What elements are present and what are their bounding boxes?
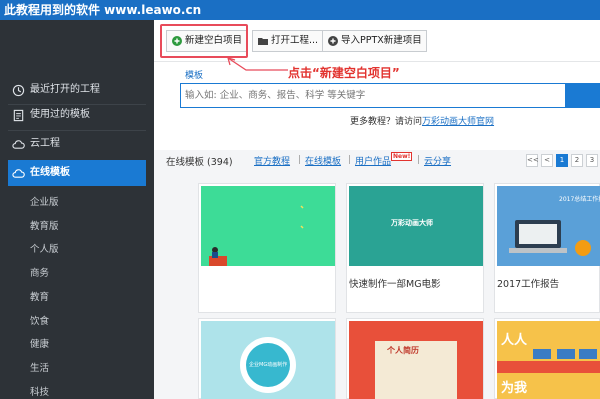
- divider: |: [417, 155, 421, 165]
- thumbnail-text: 个人简历: [387, 346, 419, 355]
- thumbnail-text: 2017总结工作报告: [559, 196, 600, 203]
- template-label: 模板: [185, 71, 204, 81]
- sidebar-item-online-templates[interactable]: 在线模板: [8, 160, 146, 186]
- template-thumbnail: 企业MG动画制作: [201, 321, 335, 399]
- template-thumbnail: [201, 186, 335, 266]
- template-card[interactable]: 个人简历: [346, 318, 484, 399]
- template-card[interactable]: 人人 为我: [494, 318, 600, 399]
- category-enterprise[interactable]: 企业版: [30, 194, 59, 208]
- search-field[interactable]: [180, 83, 566, 108]
- annotation-hint: 点击“新建空白项目”: [288, 66, 400, 80]
- sidebar-item-label: 在线模板: [30, 167, 70, 178]
- template-card[interactable]: [198, 183, 336, 313]
- folder-icon: [258, 38, 268, 45]
- search-input[interactable]: [185, 84, 555, 107]
- tab-user-works[interactable]: 用户作品: [355, 154, 391, 167]
- template-thumbnail: 万彩动画大师: [349, 186, 483, 266]
- template-thumbnail: 个人简历: [349, 321, 483, 399]
- category-technology[interactable]: 科技: [30, 384, 49, 398]
- sidebar: 最近打开的工程 使用过的模板 云工程 在线模板 企业版 教育版 个人版 商务 教…: [0, 20, 154, 399]
- divider: |: [348, 155, 352, 165]
- illustration-image: [209, 205, 304, 266]
- clock-icon: [12, 84, 25, 97]
- category-food[interactable]: 饮食: [30, 313, 49, 327]
- page-prev-button[interactable]: <: [541, 154, 553, 167]
- tab-cloud-share[interactable]: 云分享: [424, 154, 451, 167]
- plus-circle-icon: [328, 36, 338, 46]
- circle-emblem-icon: [240, 337, 296, 393]
- template-title: 快速制作一部MG电影: [349, 279, 441, 290]
- highlight-box: [160, 24, 248, 58]
- page-first-button[interactable]: <<: [526, 154, 539, 167]
- template-card[interactable]: 企业MG动画制作: [198, 318, 336, 399]
- more-tutorial-text: 更多教程？请访问: [350, 117, 423, 127]
- page-3-button[interactable]: 3: [586, 154, 598, 167]
- official-site-link[interactable]: 万彩动画大师官网: [422, 117, 494, 127]
- sidebar-item-label: 云工程: [30, 138, 60, 149]
- category-business[interactable]: 商务: [30, 265, 49, 279]
- sidebar-item-used-templates[interactable]: 使用过的模板: [8, 102, 146, 128]
- open-project-label: 打开工程...: [271, 35, 319, 46]
- thumbnail-text: 为我: [501, 381, 528, 396]
- category-education[interactable]: 教育: [30, 289, 49, 303]
- window-title: 此教程用到的软件 www.leawo.cn: [0, 0, 600, 20]
- template-thumbnail: 人人 为我: [497, 321, 600, 399]
- sidebar-item-recent-projects[interactable]: 最近打开的工程: [8, 77, 146, 103]
- sidebar-item-label: 使用过的模板: [30, 109, 90, 120]
- main-panel: 新建空白项目 打开工程... 导入PPTX新建项目 点击“新建空白项目” 模板 …: [154, 20, 600, 399]
- open-project-button[interactable]: 打开工程...: [252, 30, 324, 52]
- gallery-title: 在线模板 (394): [166, 157, 233, 168]
- thumbnail-text: 人人: [501, 333, 528, 348]
- cloud-icon: [12, 169, 25, 178]
- more-tutorial: 更多教程？请访问万彩动画大师官网: [350, 114, 494, 127]
- tab-online-templates[interactable]: 在线模板: [305, 154, 341, 167]
- cloud-icon: [12, 140, 25, 149]
- thumbnail-text: 万彩动画大师: [391, 219, 433, 227]
- search-button[interactable]: [566, 83, 600, 108]
- thumbnail-text: 企业MG动画制作: [249, 362, 288, 368]
- document-icon: [13, 109, 24, 122]
- template-thumbnail: 2017总结工作报告: [497, 186, 600, 266]
- category-health[interactable]: 健康: [30, 336, 49, 350]
- category-life[interactable]: 生活: [30, 360, 49, 374]
- page-1-button[interactable]: 1: [556, 154, 568, 167]
- import-pptx-button[interactable]: 导入PPTX新建项目: [322, 30, 427, 52]
- template-card[interactable]: 2017总结工作报告 2017工作报告: [494, 183, 600, 313]
- sidebar-item-label: 最近打开的工程: [30, 84, 100, 95]
- sidebar-item-cloud-projects[interactable]: 云工程: [8, 131, 146, 157]
- divider: |: [298, 155, 302, 165]
- template-card[interactable]: 万彩动画大师 快速制作一部MG电影: [346, 183, 484, 313]
- category-personal[interactable]: 个人版: [30, 241, 59, 255]
- template-title: 2017工作报告: [497, 279, 560, 290]
- page-2-button[interactable]: 2: [571, 154, 583, 167]
- category-education-edition[interactable]: 教育版: [30, 218, 59, 232]
- pointer-arrow-icon: [227, 57, 288, 71]
- new-badge: New!: [391, 152, 413, 161]
- import-pptx-label: 导入PPTX新建项目: [341, 35, 422, 46]
- tab-official-tutorial[interactable]: 官方教程: [254, 154, 290, 167]
